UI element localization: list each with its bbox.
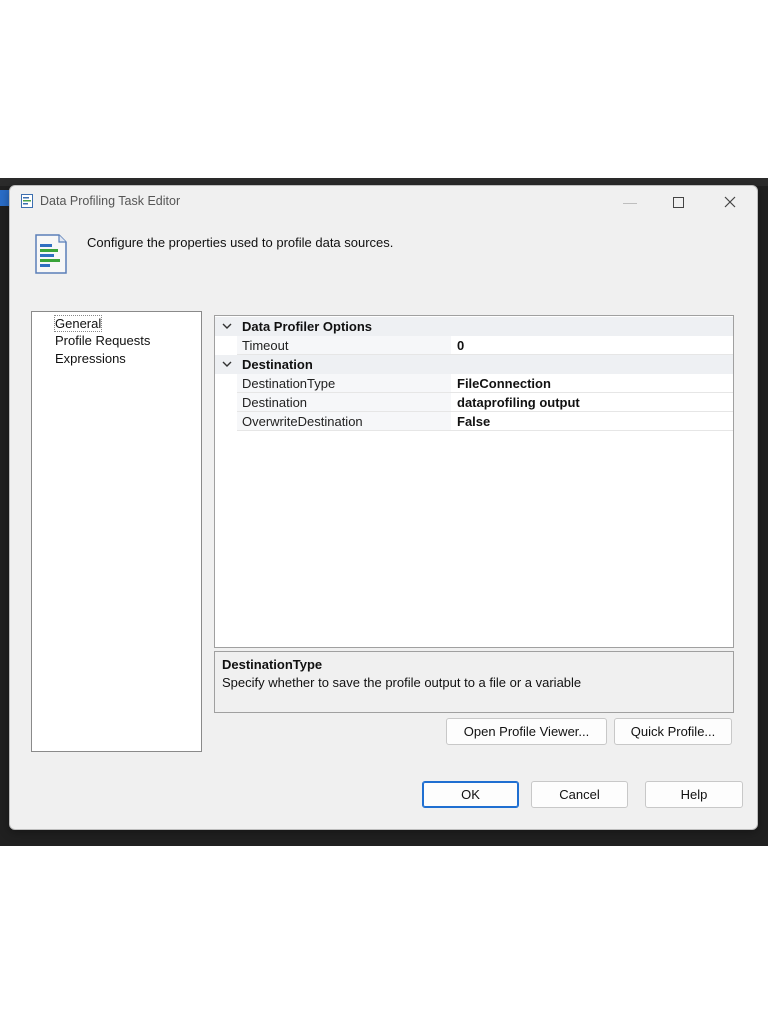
property-name-cell: Destination [237, 393, 451, 412]
category-label: Destination [242, 357, 313, 372]
property-row-overwritedestination[interactable]: OverwriteDestination False [215, 412, 733, 431]
open-profile-viewer-button[interactable]: Open Profile Viewer... [446, 718, 607, 745]
page-navigation-list: General Profile Requests Expressions [31, 311, 202, 752]
title-bar[interactable]: Data Profiling Task Editor — [10, 186, 757, 216]
help-button[interactable]: Help [645, 781, 743, 808]
close-icon[interactable] [710, 190, 750, 214]
chevron-down-icon[interactable] [221, 357, 233, 371]
property-value-cell[interactable]: 0 [451, 336, 733, 355]
window-title: Data Profiling Task Editor [40, 194, 181, 208]
property-row-destinationtype[interactable]: DestinationType FileConnection [215, 374, 733, 393]
property-value-cell[interactable]: dataprofiling output [451, 393, 733, 412]
property-name: Timeout [242, 338, 289, 353]
property-name: OverwriteDestination [242, 414, 363, 429]
profile-document-icon [35, 234, 67, 274]
property-name-cell: Timeout [237, 336, 451, 355]
description-title: DestinationType [222, 657, 323, 672]
maximize-icon[interactable] [658, 190, 698, 214]
property-name-cell: OverwriteDestination [237, 412, 451, 431]
property-value-cell[interactable]: False [451, 412, 733, 431]
category-label: Data Profiler Options [242, 319, 373, 334]
minimize-icon[interactable]: — [610, 190, 650, 214]
property-row-destination[interactable]: Destination dataprofiling output [215, 393, 733, 412]
property-row-timeout[interactable]: Timeout 0 [215, 336, 733, 355]
property-name-cell: DestinationType [237, 374, 451, 393]
property-value[interactable]: 0 [457, 338, 464, 353]
chevron-down-icon[interactable] [221, 319, 233, 333]
cancel-button[interactable]: Cancel [531, 781, 628, 808]
property-name: DestinationType [242, 376, 336, 391]
property-description-pane: DestinationType Specify whether to save … [214, 651, 734, 713]
nav-item-expressions[interactable]: Expressions [54, 351, 127, 366]
category-data-profiler-options[interactable]: Data Profiler Options [215, 317, 733, 336]
ok-button[interactable]: OK [422, 781, 519, 808]
quick-profile-button[interactable]: Quick Profile... [614, 718, 732, 745]
property-name: Destination [242, 395, 308, 410]
property-value[interactable]: FileConnection [457, 376, 551, 391]
nav-item-profile-requests[interactable]: Profile Requests [54, 333, 151, 348]
property-value[interactable]: False [457, 414, 490, 429]
nav-item-general[interactable]: General [54, 315, 103, 332]
property-value[interactable]: dataprofiling output [457, 395, 580, 410]
header-description: Configure the properties used to profile… [87, 235, 394, 250]
data-profiling-task-editor-dialog: Data Profiling Task Editor — Configure t… [9, 185, 758, 830]
category-destination[interactable]: Destination [215, 355, 733, 374]
document-icon [21, 194, 33, 208]
property-value-cell[interactable]: FileConnection [451, 374, 733, 393]
property-grid: Data Profiler Options Timeout 0 Destinat… [214, 315, 734, 648]
description-text: Specify whether to save the profile outp… [222, 675, 582, 690]
